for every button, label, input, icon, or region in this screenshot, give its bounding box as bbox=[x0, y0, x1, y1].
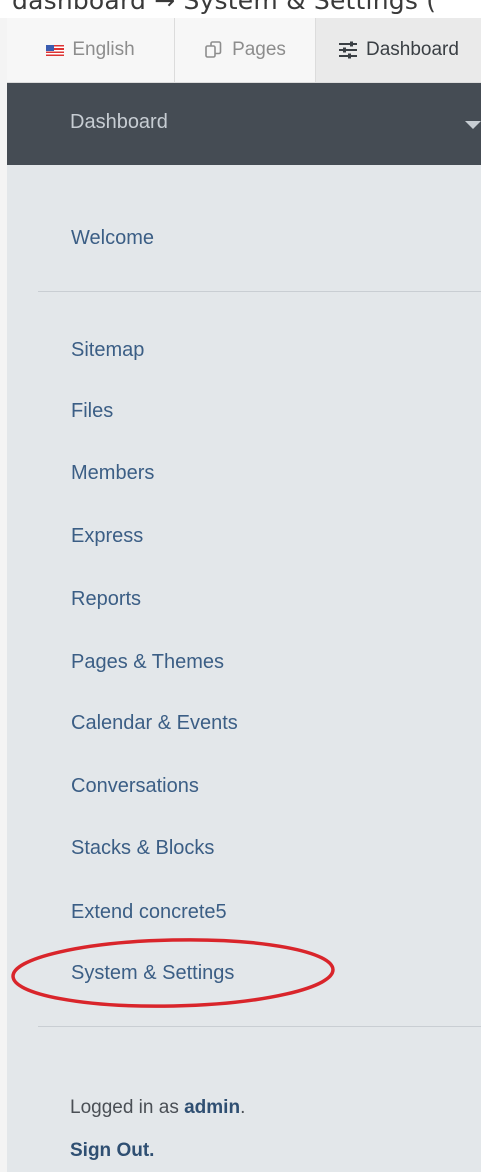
nav-item-express[interactable]: Express bbox=[71, 525, 143, 548]
nav-item-stacks-blocks[interactable]: Stacks & Blocks bbox=[71, 837, 214, 860]
dashboard-header[interactable]: Dashboard bbox=[7, 83, 481, 165]
nav-item-calendar-events[interactable]: Calendar & Events bbox=[71, 712, 238, 735]
dashboard-header-title: Dashboard bbox=[70, 111, 168, 133]
sign-out-link[interactable]: Sign Out. bbox=[70, 1140, 154, 1162]
language-label: English bbox=[72, 39, 135, 60]
caption-text: dashboard → System & Settings ( bbox=[12, 0, 437, 15]
nav-item-members[interactable]: Members bbox=[71, 462, 154, 485]
nav-item-sitemap[interactable]: Sitemap bbox=[71, 339, 144, 362]
dashboard-panel: Welcome Sitemap Files Members Express Re… bbox=[7, 165, 481, 1172]
logged-in-prefix: Logged in as bbox=[70, 1097, 179, 1118]
nav-item-files[interactable]: Files bbox=[71, 400, 113, 423]
nav-item-extend-concrete5[interactable]: Extend concrete5 bbox=[71, 901, 227, 924]
nav-item-pages-themes[interactable]: Pages & Themes bbox=[71, 651, 224, 674]
caret-down-icon[interactable] bbox=[465, 121, 481, 129]
dashboard-label: Dashboard bbox=[366, 39, 459, 60]
nav-item-reports[interactable]: Reports bbox=[71, 588, 141, 611]
language-tab[interactable]: English bbox=[7, 18, 175, 82]
us-flag-icon bbox=[46, 44, 65, 56]
logged-in-suffix: . bbox=[240, 1097, 246, 1118]
username-link[interactable]: admin bbox=[184, 1097, 240, 1118]
dashboard-tab[interactable]: Dashboard bbox=[316, 18, 481, 82]
nav-item-system-settings[interactable]: System & Settings bbox=[71, 962, 234, 985]
top-toolbar: English Pages Dashboard bbox=[7, 18, 481, 83]
divider bbox=[38, 291, 481, 292]
sliders-icon bbox=[338, 41, 358, 59]
pages-tab[interactable]: Pages bbox=[175, 18, 316, 82]
logged-in-text: Logged in as admin. bbox=[70, 1097, 245, 1119]
screenshot: dashboard → System & Settings ( English … bbox=[0, 0, 481, 1172]
nav-item-conversations[interactable]: Conversations bbox=[71, 775, 199, 798]
divider bbox=[38, 1026, 481, 1027]
nav-item-welcome[interactable]: Welcome bbox=[71, 227, 154, 250]
pages-label: Pages bbox=[232, 39, 286, 60]
pages-icon bbox=[204, 40, 224, 60]
